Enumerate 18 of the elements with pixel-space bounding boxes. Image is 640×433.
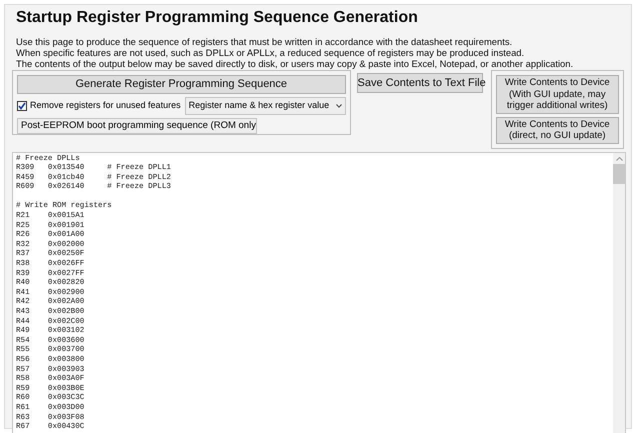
checkmark-icon bbox=[18, 102, 26, 110]
page-title: Startup Register Programming Sequence Generation bbox=[16, 8, 419, 28]
checkbox-label: Remove registers for unused features bbox=[30, 98, 181, 112]
write-device-button[interactable]: Write Contents to Device (direct, no GUI update) bbox=[496, 116, 619, 144]
description-text: Use this page to produce the sequence of registers that must be written in accordance with the datasheet requirements. bbox=[16, 36, 514, 47]
output-text-area[interactable] bbox=[12, 152, 626, 433]
description-text: The contents of the output below may be saved directly to disk, or users may copy & paste into Excel, Notepad, or another application. bbox=[16, 58, 574, 69]
description-text: When specific features are not used, such as DPLLx or APLLx, a reduced sequence of registers may be produced instead. bbox=[16, 47, 526, 58]
write-device-button[interactable]: Write Contents to Device (With GUI update, may trigger additional writes) bbox=[496, 75, 619, 114]
scrollbar-thumb[interactable] bbox=[613, 164, 625, 184]
checkbox[interactable] bbox=[17, 100, 27, 110]
save-button[interactable]: Save Contents to Text File bbox=[356, 73, 483, 93]
scrollbar[interactable] bbox=[613, 152, 625, 433]
sequence-dropdown[interactable]: Post-EEPROM boot programming sequence (ROM only bbox=[17, 118, 257, 134]
format-dropdown[interactable]: Register name & hex register value bbox=[184, 96, 346, 114]
generate-button[interactable]: Generate Register Programming Sequence bbox=[17, 75, 346, 94]
caret-icon bbox=[336, 104, 342, 108]
scroll-up-icon[interactable] bbox=[616, 156, 622, 160]
